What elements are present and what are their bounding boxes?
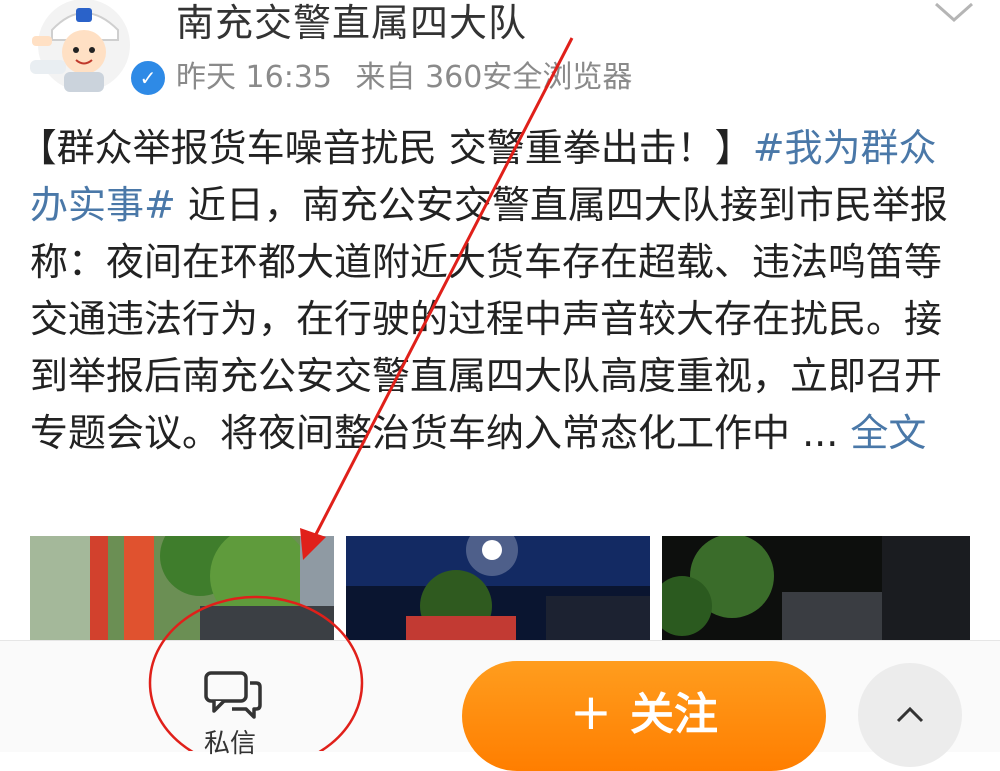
post-time: 昨天 16:35 bbox=[176, 60, 332, 95]
post-source: 来自 360安全浏览器 bbox=[355, 60, 633, 95]
avatar[interactable]: ✓ bbox=[22, 0, 168, 98]
account-name[interactable]: 南充交警直属四大队 bbox=[176, 0, 527, 47]
post-text: 【群众举报货车噪音扰民 交警重拳出击！】#我为群众办实事# 近日，南充公安交警直… bbox=[19, 120, 970, 462]
post-image-1[interactable] bbox=[30, 536, 334, 646]
verified-badge-icon: ✓ bbox=[128, 58, 168, 98]
plus-icon: + bbox=[570, 683, 612, 741]
chevron-up-icon bbox=[896, 706, 924, 723]
post-image-3[interactable] bbox=[662, 536, 970, 646]
dm-label: 私信 bbox=[203, 729, 256, 759]
post-title: 【群众举报货车噪音扰民 交警重拳出击！】 bbox=[18, 126, 753, 170]
direct-message-button[interactable]: 私信 bbox=[170, 661, 290, 759]
follow-label: 关注 bbox=[629, 689, 718, 740]
follow-button[interactable]: + 关注 bbox=[462, 661, 826, 771]
image-gallery bbox=[30, 536, 970, 646]
scroll-up-button[interactable] bbox=[858, 663, 962, 767]
post-image-2[interactable] bbox=[346, 536, 650, 646]
post-meta: 昨天 16:35 来自 360安全浏览器 bbox=[176, 52, 646, 96]
full-text-link[interactable]: 全文 bbox=[838, 411, 926, 455]
chevron-down-icon[interactable] bbox=[930, 0, 978, 28]
chat-bubbles-icon bbox=[204, 671, 262, 719]
bottom-action-bar: 私信 + 关注 bbox=[0, 640, 1000, 771]
